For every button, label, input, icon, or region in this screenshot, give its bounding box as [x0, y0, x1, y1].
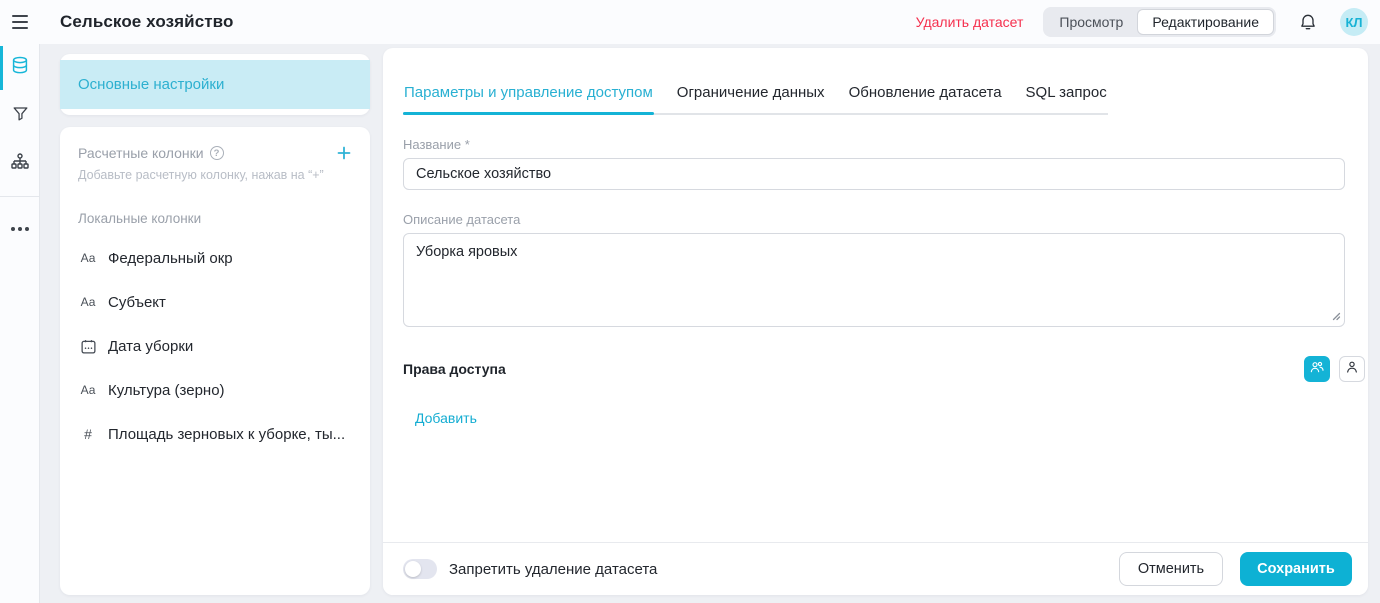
list-item[interactable]: # Площадь зерновых к уборке, ты... — [78, 412, 354, 456]
help-icon[interactable]: ? — [210, 146, 224, 160]
user-permissions-button[interactable] — [1339, 356, 1365, 382]
number-type-icon: # — [78, 426, 98, 442]
rail-filters-button[interactable] — [0, 92, 40, 140]
permissions-mode-buttons — [1304, 356, 1365, 382]
column-label: Дата уборки — [108, 338, 193, 355]
tab-dataset-update[interactable]: Обновление датасета — [848, 84, 1003, 113]
avatar[interactable]: КЛ — [1340, 8, 1368, 36]
forbid-deletion-toggle[interactable] — [403, 559, 437, 579]
filter-icon — [11, 104, 30, 128]
dataset-editor-screen: Сельское хозяйство Удалить датасет Просм… — [0, 0, 1380, 603]
mode-switcher: Просмотр Редактирование — [1043, 7, 1276, 37]
dataset-settings-card: Параметры и управление доступом Ограниче… — [383, 48, 1368, 595]
column-label: Субъект — [108, 294, 166, 311]
delete-dataset-link[interactable]: Удалить датасет — [916, 14, 1024, 30]
list-item[interactable]: Аа Федеральный окр — [78, 236, 354, 280]
column-label: Площадь зерновых к уборке, ты... — [108, 426, 345, 443]
app-header: Сельское хозяйство Удалить датасет Просм… — [0, 0, 1380, 44]
card-footer: Запретить удаление датасета Отменить Сох… — [383, 542, 1368, 595]
name-input[interactable] — [403, 158, 1345, 190]
string-type-icon: Аа — [78, 383, 98, 397]
local-columns-list: Аа Федеральный окр Аа Субъект Дата — [78, 236, 354, 456]
column-label: Федеральный окр — [108, 250, 233, 267]
save-button[interactable]: Сохранить — [1240, 552, 1352, 586]
group-permissions-button[interactable] — [1304, 356, 1330, 382]
person-icon — [1344, 359, 1360, 380]
string-type-icon: Аа — [78, 251, 98, 265]
permissions-row: Права доступа — [403, 356, 1365, 382]
description-field: Уборка яровых — [403, 233, 1345, 332]
bell-icon[interactable] — [1296, 10, 1320, 34]
mode-view-button[interactable]: Просмотр — [1045, 9, 1137, 35]
page-title: Сельское хозяйство — [60, 12, 234, 32]
cancel-button[interactable]: Отменить — [1119, 552, 1223, 586]
fields-panel: Расчетные колонки ? Добавьте расчетную к… — [60, 127, 370, 595]
calc-columns-header: Расчетные колонки ? — [78, 143, 354, 163]
calc-columns-title: Расчетные колонки ? — [78, 145, 224, 161]
header-actions: Удалить датасет Просмотр Редактирование … — [916, 7, 1368, 37]
menu-icon[interactable] — [0, 0, 40, 44]
tab-params-access[interactable]: Параметры и управление доступом — [403, 84, 654, 113]
column-label: Культура (зерно) — [108, 382, 225, 399]
list-item[interactable]: Дата уборки — [78, 324, 354, 368]
ellipsis-icon — [11, 227, 29, 231]
footer-buttons: Отменить Сохранить — [1119, 552, 1352, 586]
rail-dataset-sources-button[interactable] — [0, 44, 40, 92]
database-icon — [9, 55, 31, 82]
nav-item-main-settings[interactable]: Основные настройки — [60, 60, 370, 109]
hierarchy-icon — [10, 152, 30, 177]
rail-more-button[interactable] — [0, 205, 40, 253]
forbid-deletion-label: Запретить удаление датасета — [449, 561, 657, 578]
rail-divider — [0, 196, 39, 197]
local-columns-label: Локальные колонки — [78, 211, 354, 226]
calendar-icon — [78, 338, 98, 355]
description-field-label: Описание датасета — [403, 212, 1345, 227]
left-icon-rail — [0, 44, 40, 603]
group-icon — [1309, 359, 1325, 380]
tab-data-restriction[interactable]: Ограничение данных — [676, 84, 826, 113]
description-textarea[interactable]: Уборка яровых — [403, 233, 1345, 327]
name-field-label: Название * — [403, 137, 1345, 152]
settings-nav-card: Основные настройки — [60, 54, 370, 115]
add-calc-column-button[interactable] — [334, 143, 354, 163]
permissions-label: Права доступа — [403, 361, 506, 377]
string-type-icon: Аа — [78, 295, 98, 309]
calc-columns-title-text: Расчетные колонки — [78, 145, 204, 161]
tab-sql-query[interactable]: SQL запрос — [1025, 84, 1108, 113]
settings-tabs: Параметры и управление доступом Ограниче… — [403, 84, 1108, 115]
list-item[interactable]: Аа Культура (зерно) — [78, 368, 354, 412]
mode-edit-button[interactable]: Редактирование — [1137, 9, 1274, 35]
rail-hierarchy-button[interactable] — [0, 140, 40, 188]
list-item[interactable]: Аа Субъект — [78, 280, 354, 324]
add-permission-link[interactable]: Добавить — [415, 410, 477, 426]
calc-columns-hint: Добавьте расчетную колонку, нажав на “+” — [78, 168, 354, 182]
